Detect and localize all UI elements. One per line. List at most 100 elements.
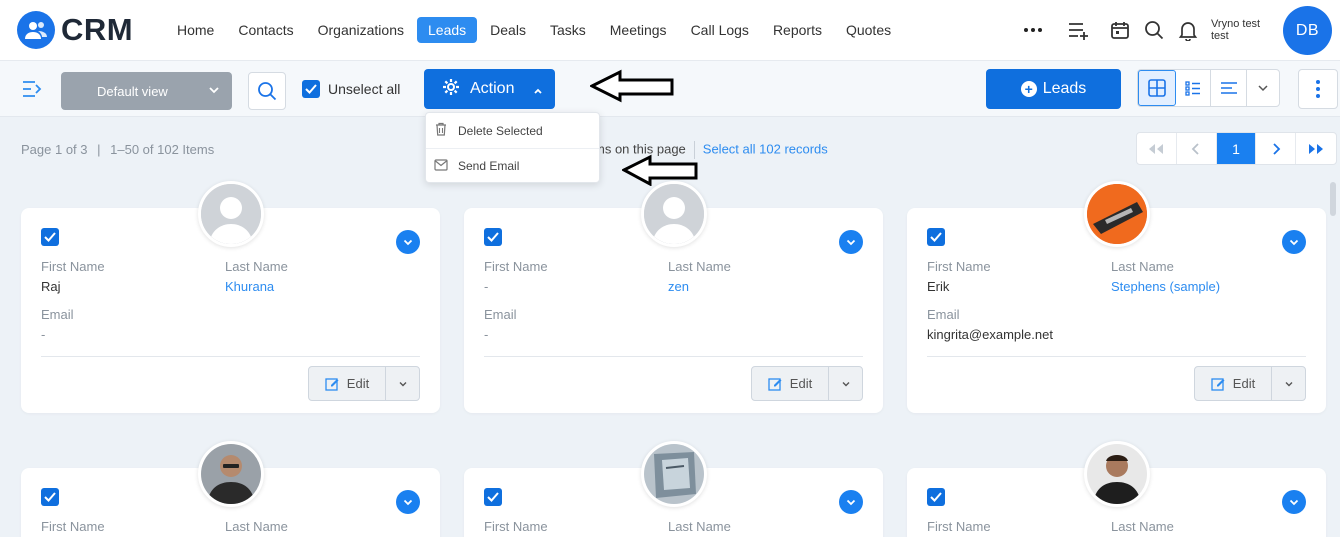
avatar <box>198 181 264 247</box>
card-dropdown-icon[interactable] <box>1282 230 1306 254</box>
user-name[interactable]: Vryno test test <box>1211 18 1260 42</box>
notification-bell-icon[interactable] <box>1176 18 1200 42</box>
menu-item-send-email[interactable]: Send Email <box>426 148 599 183</box>
chevron-down-icon[interactable] <box>386 367 419 400</box>
more-vertical-button[interactable] <box>1298 69 1338 109</box>
add-lead-button[interactable]: + Leads <box>986 69 1121 109</box>
checkbox-checked[interactable] <box>484 488 502 506</box>
first-name-label: First Name <box>41 519 105 534</box>
first-name-value: Erik <box>927 279 950 294</box>
current-page[interactable]: 1 <box>1216 133 1257 164</box>
select-all-records-link[interactable]: Select all 102 records <box>703 141 828 156</box>
first-name-value: - <box>484 279 489 294</box>
nav-item-reports[interactable]: Reports <box>762 17 833 43</box>
pagination-info: Page 1 of 3 | 1–50 of 102 Items <box>21 142 215 157</box>
checkbox-checked[interactable] <box>41 488 59 506</box>
nav-item-organizations[interactable]: Organizations <box>307 17 415 43</box>
email-value: - <box>41 327 46 342</box>
more-horizontal-icon[interactable] <box>1020 20 1046 40</box>
checkbox-checked[interactable] <box>927 488 945 506</box>
first-name-label: First Name <box>484 259 548 274</box>
card-dropdown-icon[interactable] <box>1282 490 1306 514</box>
user-avatar[interactable]: DB <box>1283 6 1332 55</box>
app-logo[interactable]: CRM <box>17 11 133 49</box>
card-dropdown-icon[interactable] <box>839 490 863 514</box>
card-dropdown-icon[interactable] <box>396 230 420 254</box>
user-name-line2: test <box>1211 30 1229 42</box>
edit-button[interactable]: Edit <box>1195 367 1272 400</box>
nav-item-meetings[interactable]: Meetings <box>599 17 678 43</box>
last-page-icon[interactable] <box>1296 133 1336 164</box>
view-select[interactable]: Default view <box>61 72 232 110</box>
pagination: 1 <box>1136 132 1337 165</box>
search-icon[interactable] <box>1142 18 1166 42</box>
nav-item-home[interactable]: Home <box>166 17 225 43</box>
user-name-line1: Vryno test <box>1211 18 1261 30</box>
nav-item-leads[interactable]: Leads <box>417 17 478 43</box>
nav-item-call-logs[interactable]: Call Logs <box>680 17 760 43</box>
chevron-up-icon <box>533 83 543 101</box>
divider <box>41 356 420 357</box>
menu-item-label: Delete Selected <box>458 123 543 138</box>
page-indicator: Page 1 of 3 <box>21 142 88 157</box>
sidebar-toggle-icon[interactable] <box>21 79 45 99</box>
divider <box>484 356 863 357</box>
chevron-down-icon[interactable] <box>1272 367 1305 400</box>
edit-icon <box>1211 377 1225 391</box>
avatar <box>1084 441 1150 507</box>
nav-item-tasks[interactable]: Tasks <box>539 17 597 43</box>
last-name-link[interactable]: zen <box>668 279 689 294</box>
edit-button[interactable]: Edit <box>752 367 829 400</box>
trash-icon <box>434 122 448 139</box>
avatar <box>1084 181 1150 247</box>
quick-add-icon[interactable] <box>1066 19 1090 43</box>
last-name-link[interactable]: Khurana <box>225 279 274 294</box>
list-view-icon[interactable] <box>1176 70 1210 106</box>
item-range: 1–50 of 102 Items <box>110 142 215 157</box>
gear-icon <box>442 78 460 101</box>
last-name-label: Last Name <box>668 519 731 534</box>
chevron-down-icon[interactable] <box>1246 70 1279 106</box>
annotation-arrow-icon <box>622 154 698 186</box>
align-list-icon[interactable] <box>1210 70 1246 106</box>
nav-item-deals[interactable]: Deals <box>479 17 537 43</box>
checkbox-checked[interactable] <box>302 80 320 98</box>
checkbox-checked[interactable] <box>927 228 945 246</box>
grid-view-icon[interactable] <box>1138 70 1176 106</box>
avatar <box>641 441 707 507</box>
chevron-down-icon[interactable] <box>829 367 862 400</box>
top-navigation-bar: CRM Home Contacts Organizations Leads De… <box>0 0 1340 61</box>
search-button[interactable] <box>248 72 286 110</box>
menu-item-delete-selected[interactable]: Delete Selected <box>426 113 599 148</box>
plus-icon: + <box>1020 81 1037 97</box>
calendar-icon[interactable] <box>1108 18 1132 42</box>
logo-user-icon <box>17 11 55 49</box>
unselect-all[interactable]: Unselect all <box>302 80 400 98</box>
nav-item-contacts[interactable]: Contacts <box>227 17 304 43</box>
annotation-arrow-icon <box>590 69 674 103</box>
card-dropdown-icon[interactable] <box>839 230 863 254</box>
menu-item-label: Send Email <box>458 159 520 173</box>
edit-icon <box>768 377 782 391</box>
card-dropdown-icon[interactable] <box>396 490 420 514</box>
nav-item-quotes[interactable]: Quotes <box>835 17 902 43</box>
checkbox-checked[interactable] <box>484 228 502 246</box>
app-name: CRM <box>61 12 134 47</box>
first-name-label: First Name <box>41 259 105 274</box>
checkbox-checked[interactable] <box>41 228 59 246</box>
edit-button-group: Edit <box>1194 366 1306 401</box>
last-name-label: Last Name <box>1111 259 1174 274</box>
edit-button[interactable]: Edit <box>309 367 386 400</box>
chevron-down-icon <box>208 84 220 99</box>
action-button[interactable]: Action <box>424 69 555 109</box>
search-icon <box>258 82 277 101</box>
edit-icon <box>325 377 339 391</box>
last-name-label: Last Name <box>225 259 288 274</box>
first-page-icon[interactable] <box>1137 133 1177 164</box>
last-name-link[interactable]: Stephens (sample) <box>1111 279 1220 294</box>
action-dropdown-menu: Delete Selected Send Email <box>425 112 600 183</box>
first-name-label: First Name <box>927 519 991 534</box>
next-page-icon[interactable] <box>1256 133 1297 164</box>
scrollbar-thumb[interactable] <box>1330 182 1336 216</box>
prev-page-icon[interactable] <box>1177 133 1217 164</box>
